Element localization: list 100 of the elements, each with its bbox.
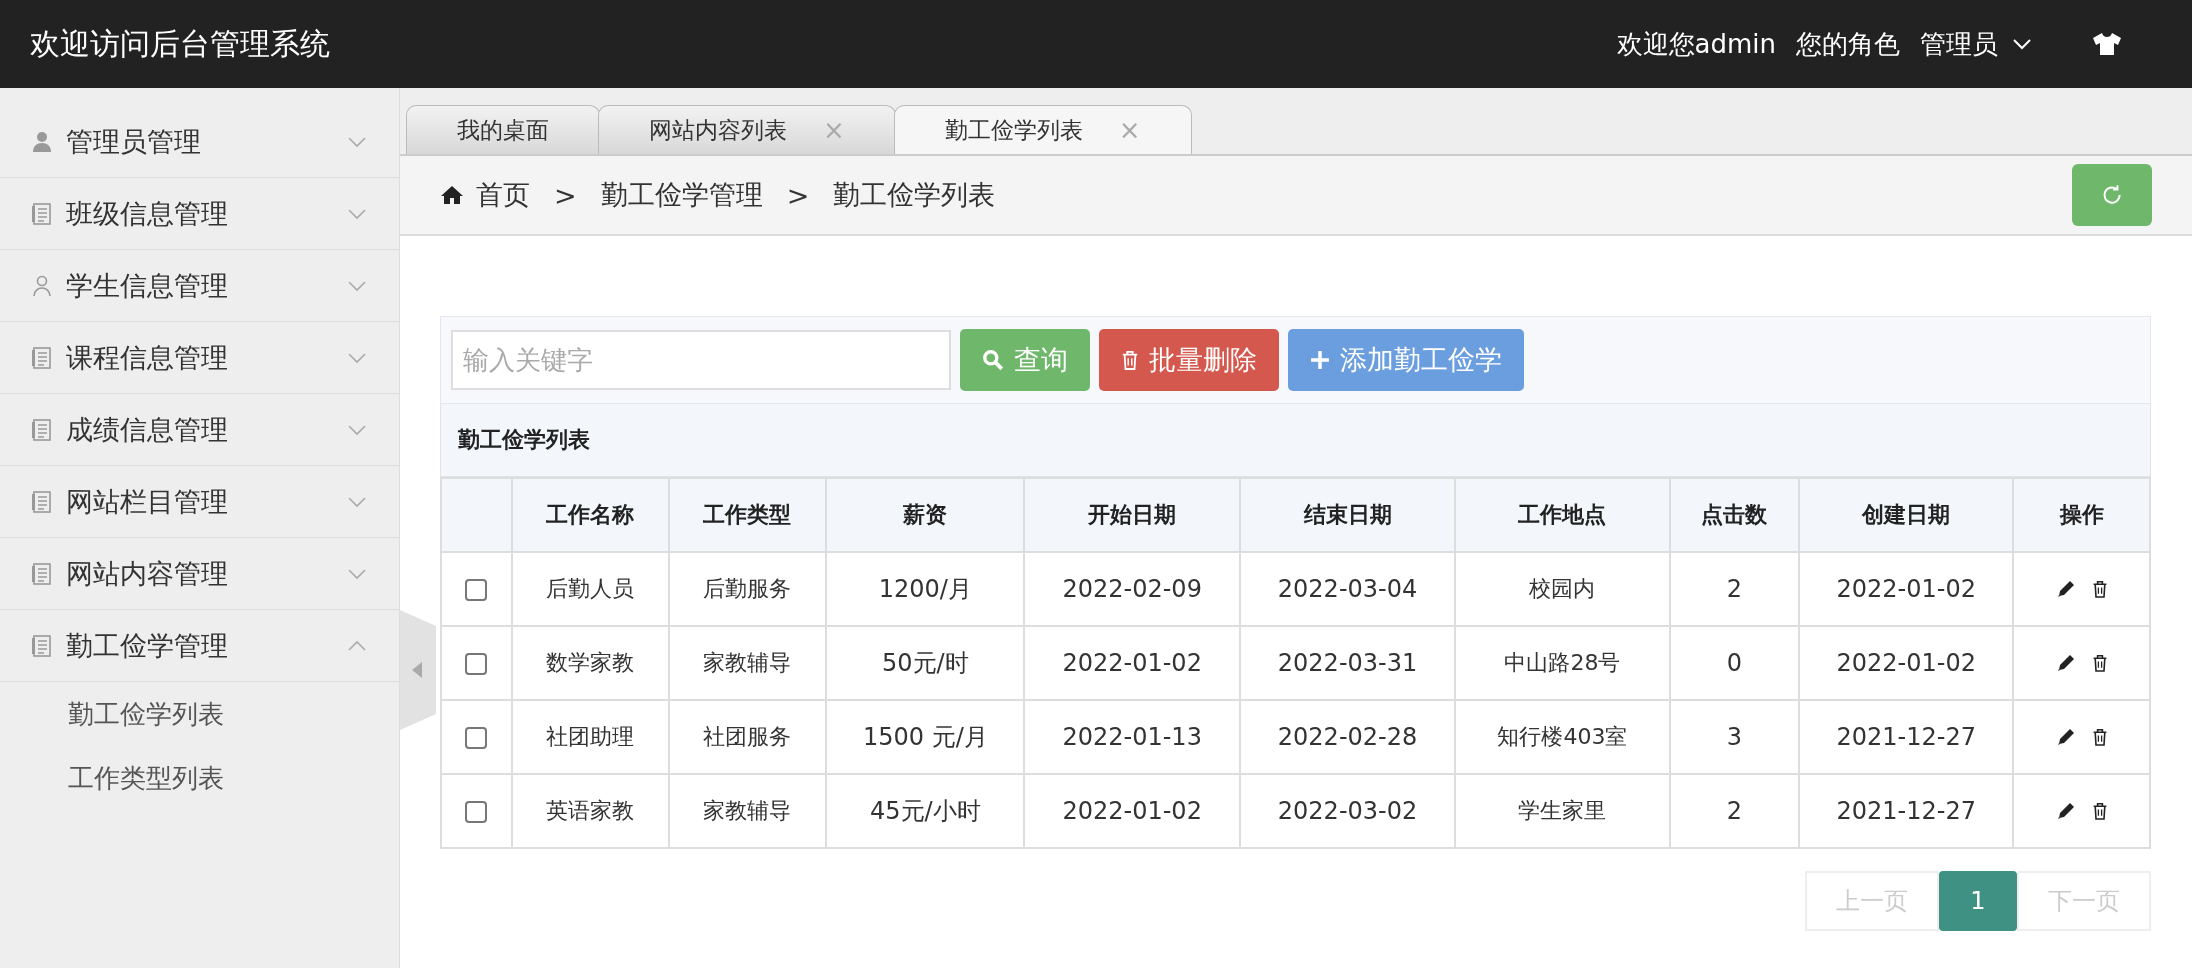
table-cell: 2021-12-27	[1799, 700, 2014, 774]
table-cell: 3	[1669, 700, 1800, 774]
table-cell: 后勤服务	[668, 552, 827, 626]
role-menu[interactable]: 管理员	[1920, 26, 1998, 62]
table-cell: 社团助理	[511, 700, 669, 774]
column-header: 点击数	[1669, 478, 1800, 552]
role-label: 您的角色	[1796, 27, 1900, 61]
table-cell: 英语家教	[511, 774, 669, 848]
chevron-down-icon[interactable]	[2012, 38, 2032, 50]
sidebar-item[interactable]: 学生信息管理	[0, 250, 399, 322]
table-cell: 2022-03-02	[1239, 774, 1456, 848]
column-header: 开始日期	[1024, 478, 1240, 552]
table-cell: 2022-01-02	[1799, 626, 2014, 700]
table-cell: 2022-03-31	[1239, 626, 1456, 700]
column-header: 工作地点	[1455, 478, 1670, 552]
page-button[interactable]: 1	[1939, 871, 2017, 931]
sidebar-item[interactable]: 网站栏目管理	[0, 466, 399, 538]
table-cell: 家教辅导	[668, 626, 827, 700]
sidebar-item[interactable]: 课程信息管理	[0, 322, 399, 394]
collapse-handle-icon[interactable]	[400, 610, 436, 730]
sidebar-item[interactable]: 班级信息管理	[0, 178, 399, 250]
welcome-text: 欢迎您admin	[1616, 27, 1776, 61]
plus-icon	[1310, 350, 1330, 370]
column-header: 创建日期	[1799, 478, 2014, 552]
trash-icon[interactable]	[2091, 727, 2108, 747]
user-icon	[32, 130, 52, 153]
trash-icon[interactable]	[2091, 801, 2108, 821]
chevron-icon	[347, 423, 367, 436]
column-header: 结束日期	[1239, 478, 1456, 552]
table-cell: 数学家教	[511, 626, 669, 700]
column-header: 工作类型	[668, 478, 827, 552]
table-cell: 1500 元/月	[826, 700, 1025, 774]
table-cell: 2022-01-13	[1024, 700, 1240, 774]
app-title: 欢迎访问后台管理系统	[30, 24, 330, 63]
tab[interactable]: 我的桌面	[406, 105, 600, 154]
search-icon	[982, 349, 1004, 371]
document-icon	[32, 634, 52, 657]
document-icon	[32, 418, 52, 441]
edit-icon[interactable]	[2055, 653, 2076, 673]
table-cell: 校园内	[1455, 552, 1670, 626]
table-cell: 2021-12-27	[1799, 774, 2014, 848]
column-header: 薪资	[826, 478, 1025, 552]
sidebar-subitem[interactable]: 勤工俭学列表	[0, 682, 399, 746]
edit-icon[interactable]	[2055, 801, 2076, 821]
table-cell: 2022-01-02	[1024, 626, 1240, 700]
sidebar-item[interactable]: 成绩信息管理	[0, 394, 399, 466]
trash-icon[interactable]	[2091, 579, 2108, 599]
user-icon	[32, 274, 52, 297]
breadcrumb-link[interactable]: 首页	[476, 177, 530, 213]
sidebar-item[interactable]: 网站内容管理	[0, 538, 399, 610]
table-cell: 学生家里	[1455, 774, 1670, 848]
table-cell: 中山路28号	[1455, 626, 1670, 700]
table-cell: 后勤人员	[511, 552, 669, 626]
search-field[interactable]: 输入关键字	[451, 330, 951, 390]
chevron-icon	[347, 495, 367, 508]
table-cell: 2	[1669, 774, 1800, 848]
sidebar-subitem[interactable]: 工作类型列表	[0, 746, 399, 810]
column-header: 工作名称	[511, 478, 669, 552]
row-checkbox[interactable]	[465, 579, 488, 601]
tab[interactable]: 网站内容列表 ×	[598, 105, 896, 154]
chevron-icon	[347, 567, 367, 580]
chevron-icon	[347, 639, 367, 652]
table-cell: 2022-03-04	[1239, 552, 1456, 626]
table-cell: 45元/小时	[826, 774, 1025, 848]
toolbar-button[interactable]: 批量删除	[1099, 329, 1279, 391]
chevron-icon	[347, 351, 367, 364]
table-cell: 2022-02-09	[1024, 552, 1240, 626]
table-title: 勤工俭学列表	[440, 404, 2151, 477]
document-icon	[32, 490, 52, 513]
chevron-icon	[347, 135, 367, 148]
row-checkbox[interactable]	[465, 653, 488, 675]
table-cell: 2	[1669, 552, 1800, 626]
chevron-icon	[347, 207, 367, 220]
table-cell: 2022-01-02	[1024, 774, 1240, 848]
tab[interactable]: 勤工俭学列表 ×	[893, 105, 1192, 154]
column-header: 操作	[2013, 478, 2150, 552]
row-checkbox[interactable]	[465, 727, 488, 749]
row-checkbox[interactable]	[465, 801, 488, 823]
table-cell: 1200/月	[826, 552, 1025, 626]
table-cell: 家教辅导	[668, 774, 827, 848]
breadcrumb-link[interactable]: 勤工俭学列表	[833, 177, 996, 213]
table-cell: 50元/时	[826, 626, 1025, 700]
table-cell: 知行楼403室	[1455, 700, 1670, 774]
table-cell: 0	[1669, 626, 1800, 700]
document-icon	[32, 202, 52, 225]
breadcrumb-separator: >	[554, 179, 577, 211]
home-icon	[440, 185, 464, 205]
shirt-icon[interactable]	[2092, 32, 2122, 56]
table-cell: 2022-01-02	[1799, 552, 2014, 626]
edit-icon[interactable]	[2055, 579, 2076, 599]
breadcrumb-separator: >	[786, 179, 810, 211]
table-cell: 2022-02-28	[1239, 700, 1456, 774]
edit-icon[interactable]	[2055, 727, 2076, 747]
table-cell: 社团服务	[668, 700, 827, 774]
document-icon	[32, 346, 52, 369]
trash-icon	[1121, 349, 1139, 371]
sidebar-item[interactable]: 管理员管理	[0, 106, 399, 178]
trash-icon[interactable]	[2091, 653, 2108, 673]
breadcrumb-link[interactable]: 勤工俭学管理	[600, 177, 763, 213]
sidebar-item[interactable]: 勤工俭学管理	[0, 610, 399, 682]
